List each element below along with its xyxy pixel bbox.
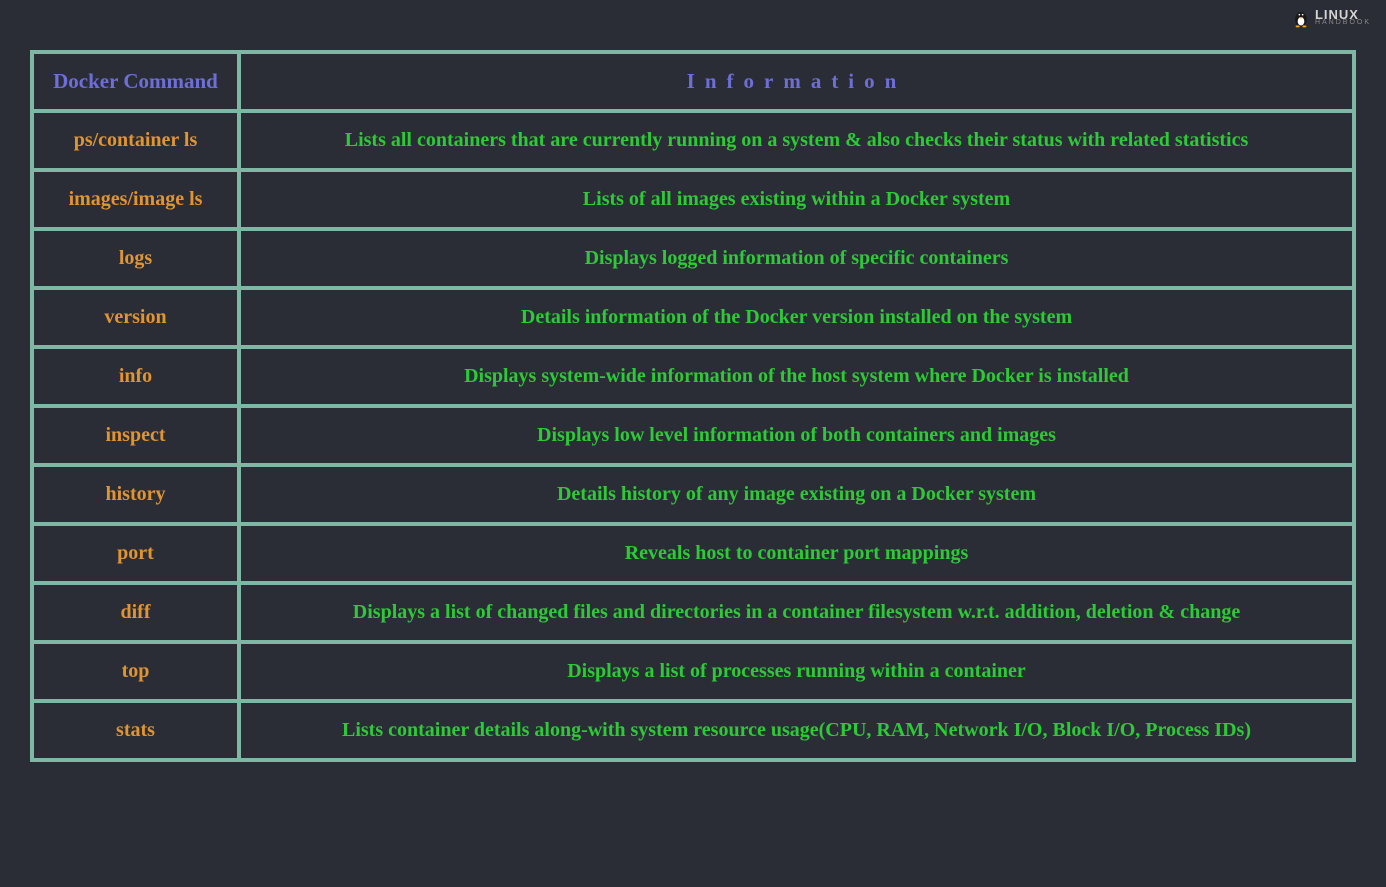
info-cell: Displays logged information of specific … (241, 231, 1352, 286)
info-text: Lists of all images existing within a Do… (583, 188, 1010, 211)
info-text: Displays system-wide information of the … (464, 365, 1129, 388)
logo-text: LINUX HANDBOOK (1315, 10, 1371, 26)
command-text: stats (116, 719, 155, 742)
table-row: info Displays system-wide information of… (34, 349, 1352, 408)
command-cell: top (34, 644, 241, 699)
docker-commands-table: Docker Command Information ps/container … (30, 50, 1356, 762)
command-text: info (119, 365, 152, 388)
header-info-cell: Information (241, 54, 1352, 109)
header-command-label: Docker Command (53, 69, 218, 94)
header-info-label: Information (687, 69, 907, 94)
command-cell: inspect (34, 408, 241, 463)
info-cell: Displays a list of processes running wit… (241, 644, 1352, 699)
command-text: history (106, 483, 166, 506)
info-text: Displays a list of changed files and dir… (353, 601, 1240, 624)
command-text: port (117, 542, 154, 565)
info-text: Displays low level information of both c… (537, 424, 1056, 447)
info-cell: Displays low level information of both c… (241, 408, 1352, 463)
command-cell: info (34, 349, 241, 404)
command-text: version (104, 306, 166, 329)
info-text: Displays logged information of specific … (585, 247, 1009, 270)
command-cell: ps/container ls (34, 113, 241, 168)
brand-logo: LINUX HANDBOOK (1291, 8, 1371, 28)
info-text: Reveals host to container port mappings (625, 542, 969, 565)
command-cell: stats (34, 703, 241, 758)
info-text: Details history of any image existing on… (557, 483, 1036, 506)
header-command-cell: Docker Command (34, 54, 241, 109)
info-text: Details information of the Docker versio… (521, 306, 1072, 329)
command-cell: logs (34, 231, 241, 286)
info-text: Displays a list of processes running wit… (567, 660, 1026, 683)
command-text: inspect (106, 424, 166, 447)
command-text: images/image ls (69, 188, 203, 211)
info-cell: Details history of any image existing on… (241, 467, 1352, 522)
table-row: logs Displays logged information of spec… (34, 231, 1352, 290)
penguin-icon (1291, 8, 1311, 28)
table-row: ps/container ls Lists all containers tha… (34, 113, 1352, 172)
info-cell: Displays a list of changed files and dir… (241, 585, 1352, 640)
info-cell: Displays system-wide information of the … (241, 349, 1352, 404)
command-text: logs (119, 247, 152, 270)
table-row: port Reveals host to container port mapp… (34, 526, 1352, 585)
command-cell: version (34, 290, 241, 345)
command-text: ps/container ls (74, 129, 198, 152)
table-row: version Details information of the Docke… (34, 290, 1352, 349)
info-cell: Lists of all images existing within a Do… (241, 172, 1352, 227)
table-row: stats Lists container details along-with… (34, 703, 1352, 758)
info-cell: Reveals host to container port mappings (241, 526, 1352, 581)
command-cell: diff (34, 585, 241, 640)
table-row: top Displays a list of processes running… (34, 644, 1352, 703)
info-cell: Lists container details along-with syste… (241, 703, 1352, 758)
logo-text-sub: HANDBOOK (1315, 20, 1371, 26)
command-text: top (122, 660, 150, 683)
command-cell: images/image ls (34, 172, 241, 227)
info-text: Lists container details along-with syste… (342, 719, 1251, 742)
table-row: history Details history of any image exi… (34, 467, 1352, 526)
command-cell: history (34, 467, 241, 522)
table-row: images/image ls Lists of all images exis… (34, 172, 1352, 231)
table-row: diff Displays a list of changed files an… (34, 585, 1352, 644)
command-cell: port (34, 526, 241, 581)
info-cell: Lists all containers that are currently … (241, 113, 1352, 168)
table-header-row: Docker Command Information (34, 54, 1352, 113)
table-row: inspect Displays low level information o… (34, 408, 1352, 467)
info-cell: Details information of the Docker versio… (241, 290, 1352, 345)
info-text: Lists all containers that are currently … (345, 129, 1249, 152)
command-text: diff (121, 601, 151, 624)
